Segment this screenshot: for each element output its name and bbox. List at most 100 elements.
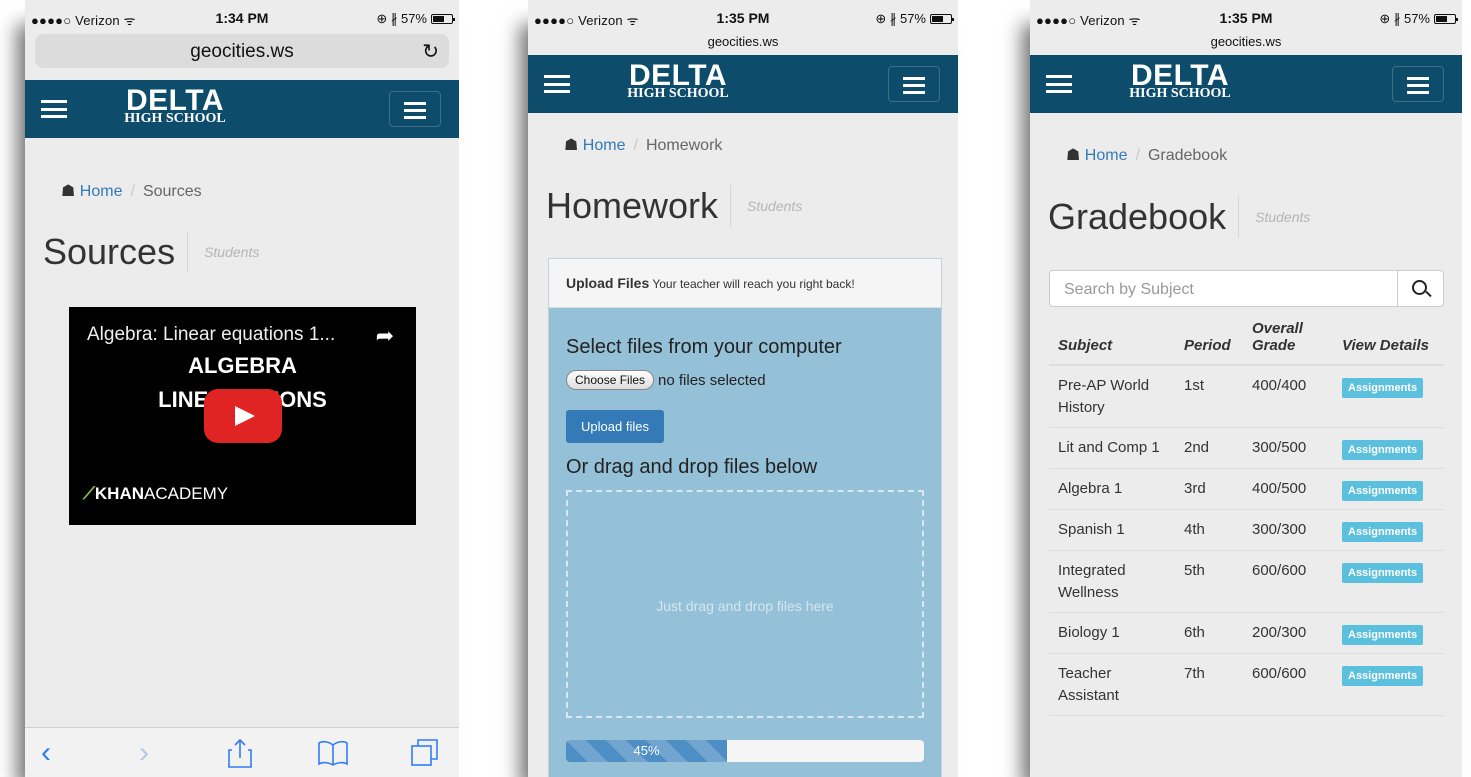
- assignments-button[interactable]: Assignments: [1342, 440, 1424, 460]
- col-grade: Overall Grade: [1243, 316, 1333, 366]
- battery-icon: [431, 14, 455, 24]
- cell-subject: Spanish 1: [1049, 509, 1175, 551]
- cell-period: 5th: [1175, 550, 1243, 613]
- video-thumb-line1: ALGEBRA: [188, 353, 297, 378]
- gradebook-screen: ●●●●○ Verizon ᯤ 1:35 PM ⊕ ∦ 57% geocitie…: [1030, 0, 1462, 777]
- breadcrumb: ☗ Home / Sources: [61, 183, 202, 200]
- status-indicators: ⊕ ∦ 57%: [1379, 11, 1430, 26]
- table-row: Integrated Wellness 5th 600/600 Assignme…: [1049, 550, 1444, 613]
- video-title[interactable]: Algebra: Linear equations 1...: [87, 324, 335, 346]
- assignments-button[interactable]: Assignments: [1342, 522, 1424, 542]
- page-heading: Sources Students: [43, 231, 259, 273]
- upload-panel-note: Your teacher will reach you right back!: [652, 277, 855, 291]
- table-row: Teacher Assistant 7th 600/600 Assignment…: [1049, 653, 1444, 716]
- assignments-button[interactable]: Assignments: [1342, 666, 1424, 686]
- subject-search[interactable]: Search by Subject: [1049, 270, 1444, 307]
- site-navbar: DELTA HIGH SCHOOL: [528, 55, 958, 113]
- hamburger-icon[interactable]: [41, 100, 67, 118]
- table-row: Biology 1 6th 200/300 Assignments: [1049, 612, 1444, 654]
- menu-toggle-icon[interactable]: [888, 66, 940, 102]
- drag-drop-heading: Or drag and drop files below: [566, 456, 818, 478]
- cell-subject: Algebra 1: [1049, 468, 1175, 510]
- delta-logo[interactable]: DELTA HIGH SCHOOL: [1110, 61, 1250, 101]
- status-indicators: ⊕ ∦ 57%: [875, 11, 926, 26]
- assignments-button[interactable]: Assignments: [1342, 563, 1424, 583]
- no-files-text: no files selected: [658, 371, 766, 389]
- menu-toggle-icon[interactable]: [1392, 66, 1444, 102]
- col-period: Period: [1175, 316, 1243, 366]
- cell-period: 4th: [1175, 509, 1243, 551]
- choose-files-button[interactable]: Choose Files: [566, 370, 655, 390]
- hamburger-icon[interactable]: [1046, 75, 1072, 93]
- cell-period: 7th: [1175, 653, 1243, 716]
- cell-period: 3rd: [1175, 468, 1243, 510]
- cell-grade: 400/400: [1243, 365, 1333, 428]
- col-details: View Details: [1333, 316, 1444, 366]
- video-embed[interactable]: Algebra: Linear equations 1... ➦ ALGEBRA…: [69, 307, 416, 525]
- forward-icon[interactable]: ›: [139, 736, 149, 770]
- share-icon[interactable]: ➦: [376, 323, 394, 349]
- bookmarks-icon[interactable]: [318, 740, 348, 766]
- back-icon[interactable]: ‹: [41, 736, 51, 770]
- cell-period: 2nd: [1175, 427, 1243, 469]
- table-header-row: Subject Period Overall Grade View Detail…: [1049, 316, 1444, 366]
- page-title: Sources: [43, 231, 189, 273]
- status-right: ⊕ ∦ 57%: [1379, 11, 1458, 27]
- delta-logo[interactable]: DELTA HIGH SCHOOL: [608, 61, 748, 101]
- share-sheet-icon[interactable]: [228, 738, 252, 768]
- breadcrumb: ☗ Home / Homework: [564, 137, 723, 154]
- play-icon[interactable]: [204, 389, 282, 443]
- home-icon: ☗: [61, 183, 76, 200]
- cell-grade: 600/600: [1243, 653, 1333, 716]
- assignments-button[interactable]: Assignments: [1342, 378, 1424, 398]
- address-url[interactable]: geocities.ws: [1030, 34, 1462, 49]
- upload-panel: Upload Files Your teacher will reach you…: [548, 258, 942, 777]
- page-title: Gradebook: [1048, 196, 1240, 238]
- site-navbar: DELTA HIGH SCHOOL: [1030, 55, 1462, 113]
- page-subtitle: Students: [204, 244, 260, 260]
- cell-grade: 300/300: [1243, 509, 1333, 551]
- file-input-row: Choose Files no files selected: [566, 370, 766, 390]
- homework-screen: ●●●●○ Verizon ᯤ 1:35 PM ⊕ ∦ 57% geocitie…: [528, 0, 958, 777]
- breadcrumb-home[interactable]: ☗ Home: [61, 183, 122, 200]
- upload-panel-body: Select files from your computer Choose F…: [549, 308, 941, 777]
- hamburger-icon[interactable]: [544, 75, 570, 93]
- menu-toggle-icon[interactable]: [389, 91, 441, 127]
- gradebook-table: Subject Period Overall Grade View Detail…: [1049, 316, 1444, 716]
- search-icon[interactable]: [1397, 271, 1443, 306]
- status-bar: ●●●●○ Verizon ᯤ 1:35 PM ⊕ ∦ 57%: [1030, 0, 1462, 36]
- cell-subject: Pre-AP World History: [1049, 365, 1175, 428]
- delta-logo[interactable]: DELTA HIGH SCHOOL: [105, 86, 245, 126]
- site-navbar: DELTA HIGH SCHOOL: [25, 80, 459, 138]
- home-icon: ☗: [564, 137, 579, 154]
- address-bar[interactable]: geocities.ws ↻: [35, 34, 449, 68]
- breadcrumb-current: Gradebook: [1147, 147, 1228, 164]
- tabs-icon[interactable]: [411, 738, 439, 766]
- status-bar: ●●●●○ Verizon ᯤ 1:35 PM ⊕ ∦ 57%: [528, 0, 958, 36]
- cell-grade: 300/500: [1243, 427, 1333, 469]
- address-url[interactable]: geocities.ws: [528, 34, 958, 49]
- breadcrumb-home[interactable]: ☗ Home: [564, 137, 625, 154]
- search-input[interactable]: Search by Subject: [1064, 281, 1194, 299]
- assignments-button[interactable]: Assignments: [1342, 481, 1424, 501]
- page-subtitle: Students: [1255, 209, 1311, 225]
- browser-toolbar: ‹ ›: [25, 727, 459, 777]
- cell-grade: 400/500: [1243, 468, 1333, 510]
- drop-zone[interactable]: Just drag and drop files here: [566, 490, 924, 718]
- table-row: Lit and Comp 1 2nd 300/500 Assignments: [1049, 427, 1444, 469]
- cell-grade: 200/300: [1243, 612, 1333, 654]
- cell-subject: Integrated Wellness: [1049, 550, 1175, 613]
- cell-grade: 600/600: [1243, 550, 1333, 613]
- sources-screen: ●●●●○ Verizon ᯤ 1:34 PM ⊕ ∦ 57% geocitie…: [25, 0, 459, 777]
- reload-icon[interactable]: ↻: [422, 39, 439, 64]
- page-subtitle: Students: [747, 198, 803, 214]
- table-row: Pre-AP World History 1st 400/400 Assignm…: [1049, 365, 1444, 428]
- drop-zone-text: Just drag and drop files here: [656, 598, 834, 614]
- page-heading: Homework Students: [546, 185, 802, 227]
- page-heading: Gradebook Students: [1048, 196, 1310, 238]
- assignments-button[interactable]: Assignments: [1342, 625, 1424, 645]
- status-right: ⊕ ∦ 57%: [376, 11, 455, 27]
- upload-files-button[interactable]: Upload files: [566, 410, 664, 443]
- status-bar: ●●●●○ Verizon ᯤ 1:34 PM ⊕ ∦ 57%: [25, 0, 459, 36]
- breadcrumb-home[interactable]: ☗ Home: [1066, 147, 1127, 164]
